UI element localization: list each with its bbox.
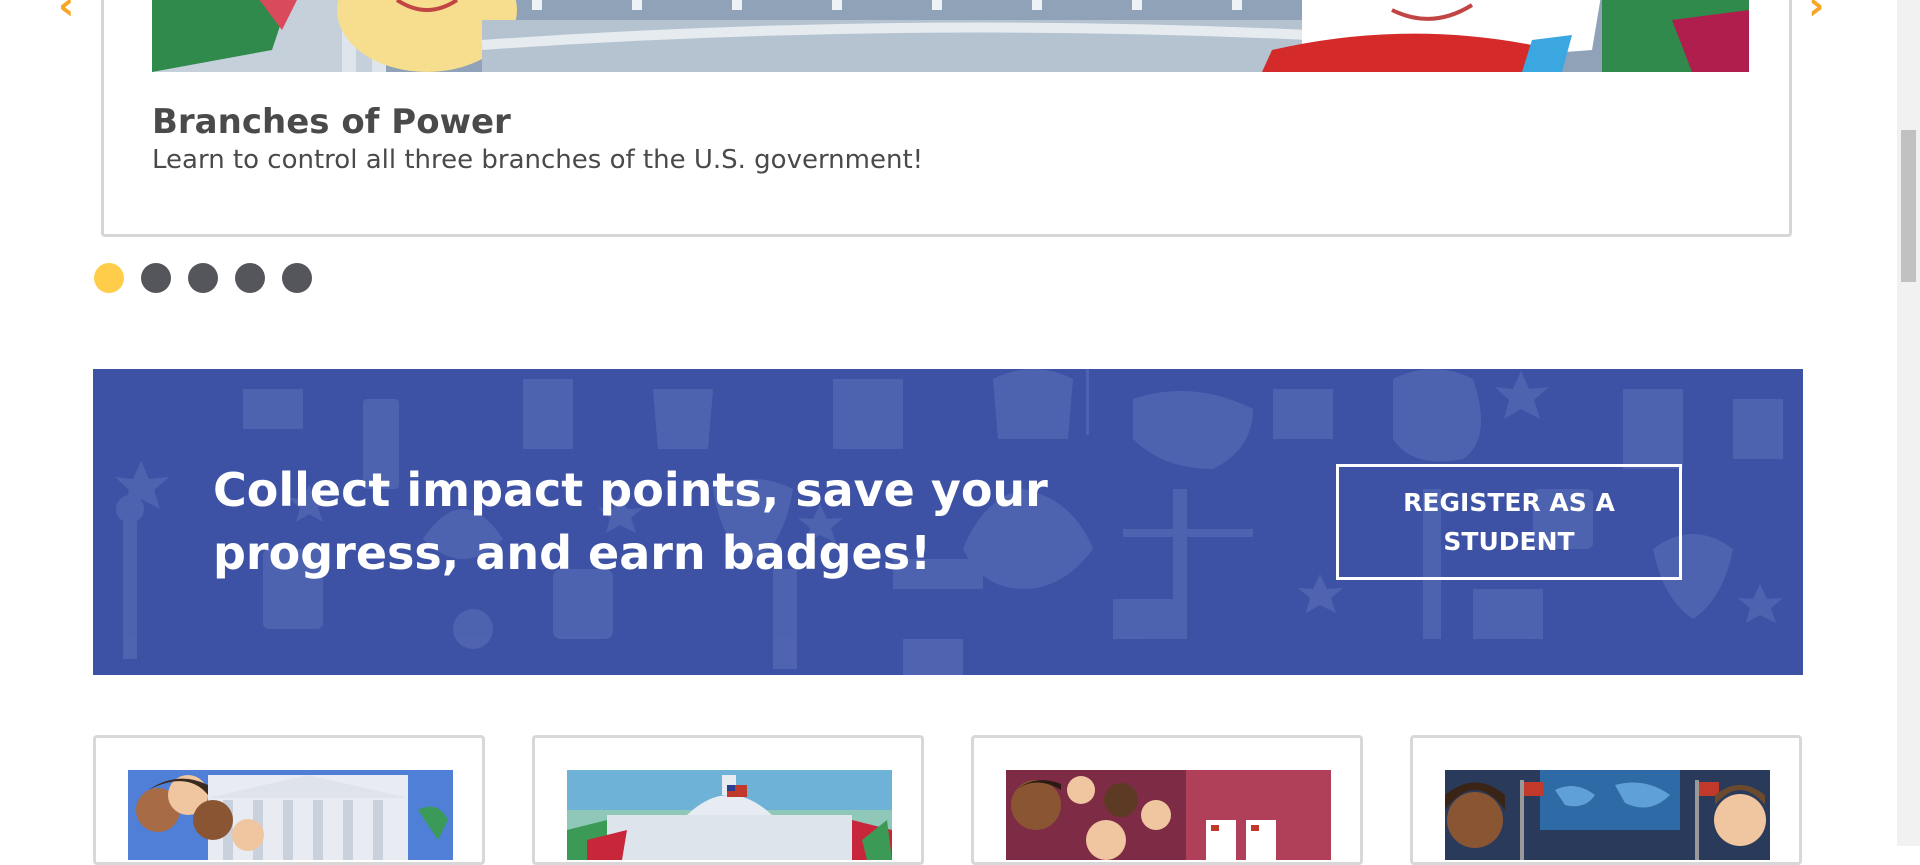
carousel-prev-arrow-icon[interactable]: ‹ <box>58 0 74 26</box>
carousel-next-arrow-icon[interactable]: › <box>1808 0 1824 26</box>
carousel-pagination <box>94 263 312 293</box>
carousel-dot-4[interactable] <box>235 263 265 293</box>
carousel-dot-2[interactable] <box>141 263 171 293</box>
carousel-dot-3[interactable] <box>188 263 218 293</box>
slide-description: Learn to control all three branches of t… <box>152 145 924 175</box>
carousel-slide[interactable]: Branches of Power Learn to control all t… <box>101 0 1792 237</box>
supreme-court-characters-image <box>128 770 453 860</box>
scrollbar-thumb[interactable] <box>1901 130 1916 282</box>
register-as-student-button[interactable]: REGISTER AS A STUDENT <box>1336 464 1682 580</box>
register-banner: Collect impact points, save your progres… <box>93 369 1803 675</box>
banner-heading: Collect impact points, save your progres… <box>213 463 1048 580</box>
carousel-dot-5[interactable] <box>282 263 312 293</box>
news-studio-hosts-image <box>1445 770 1770 860</box>
carousel-dot-1[interactable] <box>94 263 124 293</box>
branches-of-power-image <box>152 0 1749 72</box>
capitol-building-image <box>567 770 892 860</box>
page-scrollbar[interactable] <box>1897 0 1920 846</box>
election-voting-booths-image <box>1006 770 1331 860</box>
slide-title: Branches of Power <box>152 102 511 142</box>
